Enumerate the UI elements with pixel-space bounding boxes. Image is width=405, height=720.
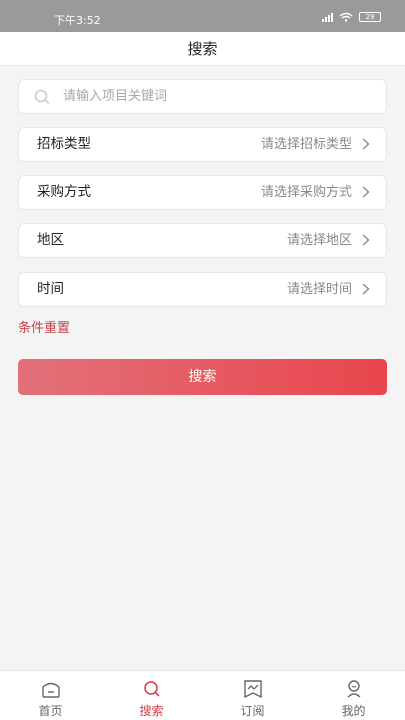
search-icon [143, 681, 160, 697]
filter-purchase-method[interactable]: 采购方式 请选择采购方式 [18, 175, 387, 210]
tab-search[interactable]: 搜索 [101, 671, 202, 720]
filter-bid-type[interactable]: 招标类型 请选择招标类型 [18, 127, 387, 162]
tab-home[interactable]: 首页 [0, 671, 101, 720]
page-header: 搜索 [0, 32, 405, 66]
filter-time[interactable]: 时间 请选择时间 [18, 272, 387, 307]
status-icons: 29 [322, 12, 381, 22]
home-icon [41, 682, 60, 698]
filter-value: 请选择招标类型 [260, 137, 352, 152]
signal-icon [322, 12, 333, 22]
profile-icon [347, 680, 360, 698]
search-button[interactable]: 搜索 [18, 359, 387, 395]
page-title: 搜索 [187, 40, 218, 58]
subscribe-icon [243, 680, 262, 699]
filter-value: 请选择采购方式 [260, 185, 352, 200]
tab-label: 我的 [341, 704, 366, 718]
chevron-right-icon [362, 234, 370, 246]
filter-region[interactable]: 地区 请选择地区 [18, 223, 387, 258]
reset-conditions-link[interactable]: 条件重置 [18, 320, 70, 338]
tab-label: 搜索 [139, 704, 164, 718]
filter-label: 招标类型 [37, 136, 91, 152]
chevron-right-icon [362, 186, 370, 198]
chevron-right-icon [362, 283, 370, 295]
chevron-right-icon [362, 138, 370, 150]
battery-icon: 29 [359, 12, 381, 22]
filter-label: 地区 [37, 232, 64, 248]
filter-value: 请选择时间 [286, 282, 352, 297]
tab-label: 订阅 [240, 704, 265, 718]
bottom-tab-bar: 首页 搜索 订阅 我的 [0, 670, 405, 720]
search-input[interactable] [63, 80, 373, 113]
status-bar: 下午3:52 29 [0, 0, 405, 32]
wifi-icon [339, 12, 353, 22]
search-icon [34, 89, 50, 104]
filter-label: 时间 [37, 281, 64, 297]
filter-label: 采购方式 [37, 184, 91, 200]
tab-profile[interactable]: 我的 [303, 671, 404, 720]
tab-label: 首页 [38, 704, 63, 718]
status-time: 下午3:52 [54, 14, 101, 27]
search-box[interactable] [18, 79, 387, 114]
tab-subscribe[interactable]: 订阅 [202, 671, 303, 720]
filter-value: 请选择地区 [286, 233, 352, 248]
